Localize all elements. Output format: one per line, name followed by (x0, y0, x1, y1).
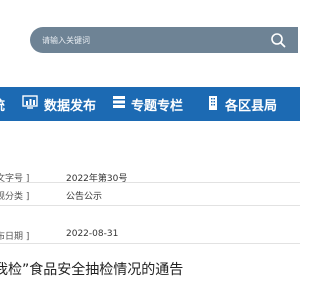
nav-item-label: 各区县局 (225, 98, 278, 114)
divider (0, 243, 300, 244)
list-icon (113, 96, 125, 112)
divider (0, 205, 300, 206)
info-label: 布日期 ] (0, 232, 30, 242)
search-icon[interactable] (270, 32, 286, 48)
nav-item-data-release[interactable]: 数据发布 (22, 87, 96, 121)
nav-item-label: 数据发布 (44, 98, 97, 114)
nav-item-partial[interactable]: 统 (0, 87, 5, 121)
nav-item-label: 专题专栏 (131, 98, 184, 114)
divider (0, 182, 300, 183)
search-input[interactable] (40, 34, 244, 46)
header (0, 0, 300, 80)
info-label: 规分类 ] (0, 192, 30, 202)
chart-monitor-icon (22, 95, 38, 113)
nav-item-district-bureaus[interactable]: 各区县局 (207, 87, 277, 121)
nav-item-special-column[interactable]: 专题专栏 (113, 87, 183, 121)
main-nav: 统 数据发布 专题专栏 (0, 87, 300, 121)
search-bar (30, 27, 298, 53)
nav-item-label: 统 (0, 95, 5, 114)
info-value: 2022-08-31 (66, 229, 119, 239)
building-icon (207, 95, 219, 114)
page-title: 我检”食品安全抽检情况的通告 (0, 262, 184, 278)
info-value: 公告公示 (66, 192, 103, 202)
info-row-publish-date: 布日期 ] 2022-08-31 (0, 224, 300, 248)
